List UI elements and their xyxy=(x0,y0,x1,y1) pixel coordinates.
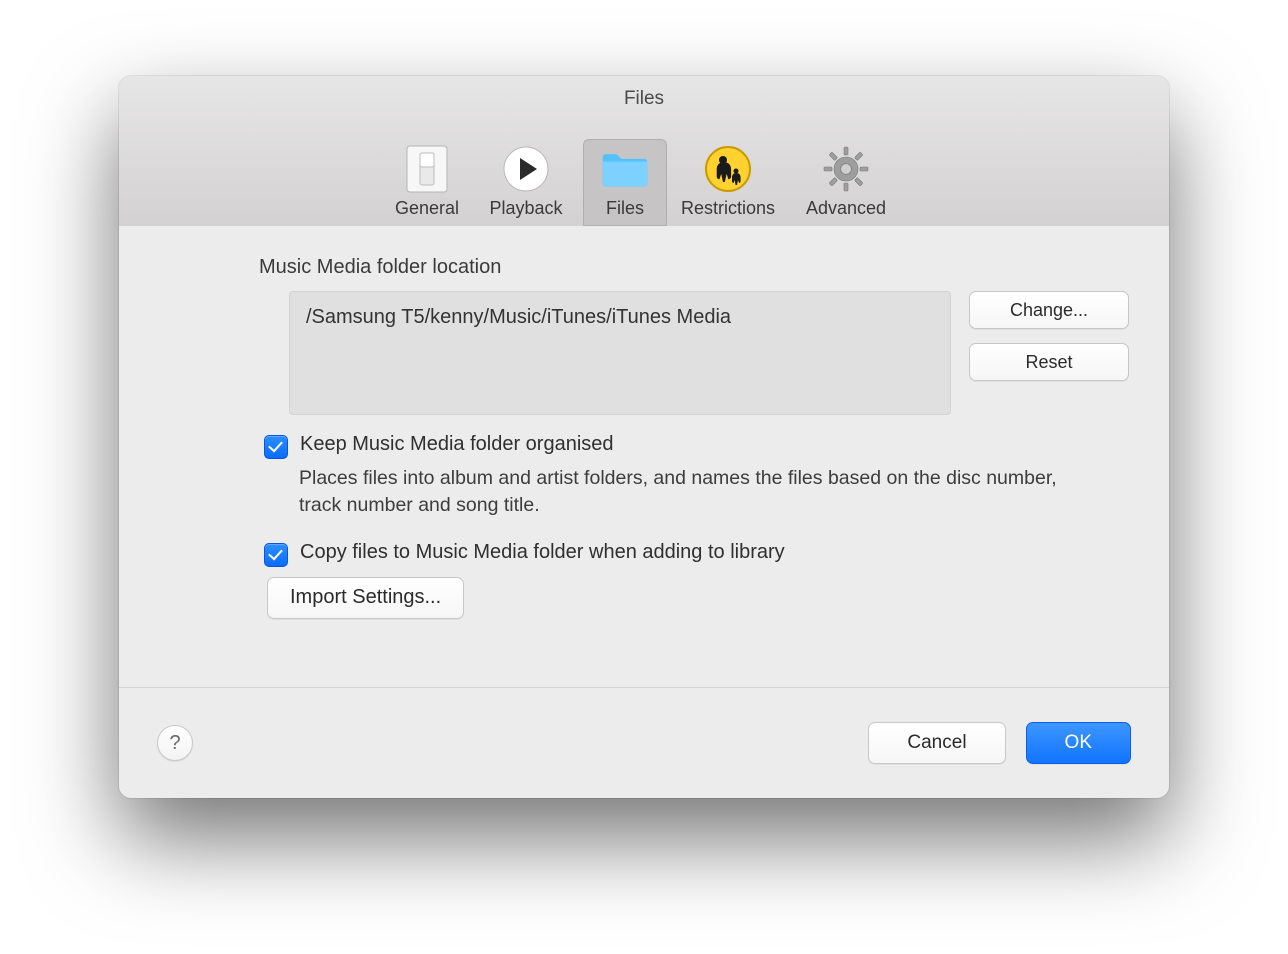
help-button[interactable]: ? xyxy=(157,725,193,761)
change-folder-button[interactable]: Change... xyxy=(969,291,1129,329)
ok-button[interactable]: OK xyxy=(1026,722,1131,764)
tab-advanced[interactable]: Advanced xyxy=(789,139,903,226)
tab-label: General xyxy=(395,198,459,219)
dialog-footer: ? Cancel OK xyxy=(119,687,1169,798)
gear-icon xyxy=(821,144,871,194)
copy-to-folder-checkbox[interactable] xyxy=(264,543,288,567)
tab-general[interactable]: General xyxy=(385,139,469,226)
tab-label: Advanced xyxy=(806,198,886,219)
titlebar: Files General xyxy=(119,76,1169,227)
keep-organised-checkbox[interactable] xyxy=(264,435,288,459)
parental-icon xyxy=(703,144,753,194)
tab-label: Playback xyxy=(489,198,562,219)
import-settings-button[interactable]: Import Settings... xyxy=(267,577,464,619)
copy-to-folder-label: Copy files to Music Media folder when ad… xyxy=(300,541,785,564)
folder-icon xyxy=(600,144,650,194)
files-pane: Music Media folder location /Samsung T5/… xyxy=(119,226,1169,688)
keep-organised-label: Keep Music Media folder organised xyxy=(300,433,614,456)
media-folder-section-label: Music Media folder location xyxy=(259,256,1129,279)
media-folder-path: /Samsung T5/kenny/Music/iTunes/iTunes Me… xyxy=(289,291,951,415)
tab-playback[interactable]: Playback xyxy=(469,139,583,226)
tab-files[interactable]: Files xyxy=(583,139,667,226)
tab-restrictions[interactable]: Restrictions xyxy=(667,139,789,226)
switch-icon xyxy=(402,144,452,194)
reset-folder-button[interactable]: Reset xyxy=(969,343,1129,381)
tab-label: Restrictions xyxy=(681,198,775,219)
play-icon xyxy=(501,144,551,194)
preferences-window: Files General xyxy=(119,76,1169,798)
tab-label: Files xyxy=(606,198,644,219)
window-title: Files xyxy=(119,88,1169,110)
preferences-toolbar: General Playback xyxy=(119,116,1169,226)
cancel-button[interactable]: Cancel xyxy=(868,722,1005,764)
keep-organised-description: Places files into album and artist folde… xyxy=(299,465,1069,519)
